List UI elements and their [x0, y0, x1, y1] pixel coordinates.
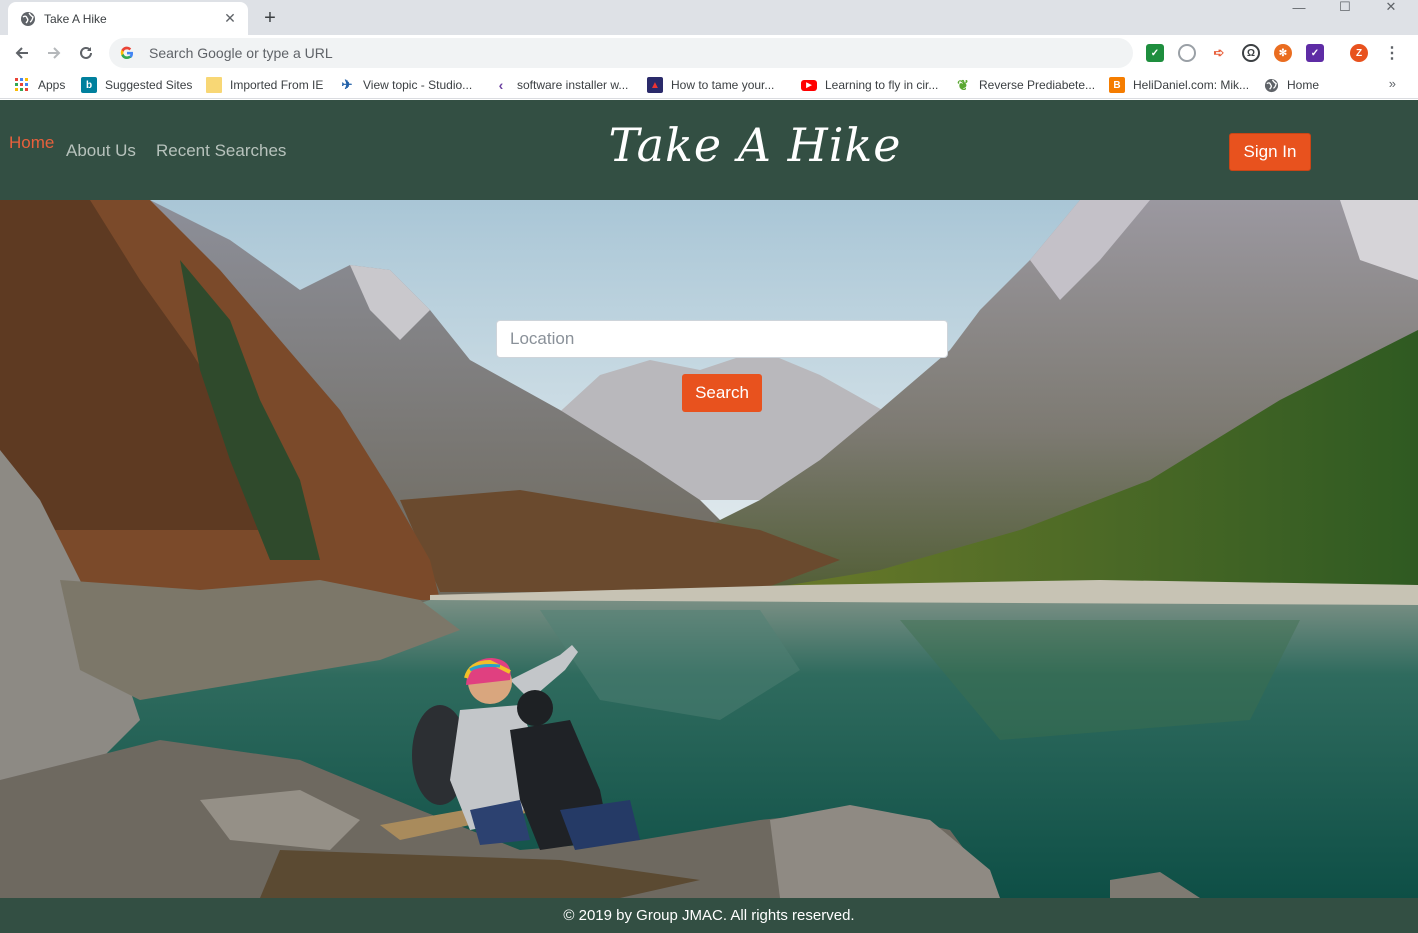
globe-icon: [20, 11, 36, 27]
browser-toolbar: ✓ ➪ Ω ✻ ✓ Z ⋮: [0, 35, 1418, 71]
bookmark-label: Suggested Sites: [105, 78, 193, 92]
bookmark-label: HeliDaniel.com: Mik...: [1133, 78, 1250, 92]
back-icon[interactable]: [10, 41, 34, 65]
search-button[interactable]: Search: [682, 374, 762, 412]
google-icon: [119, 45, 135, 61]
copyright-text: © 2019 by Group JMAC. All rights reserve…: [563, 907, 855, 924]
apps-grid-icon: [14, 77, 30, 93]
blogger-icon: B: [1109, 77, 1125, 93]
profile-avatar[interactable]: Z: [1350, 44, 1368, 62]
checkmark-extension-icon[interactable]: ✓: [1146, 44, 1164, 62]
bing-icon: b: [81, 77, 97, 93]
tab-title: Take A Hike: [44, 11, 107, 26]
bookmark-label: How to tame your...: [671, 78, 775, 92]
site-title: Take A Hike: [608, 118, 902, 172]
bookmark-label: Imported From IE: [230, 78, 324, 92]
globe-icon: [1263, 77, 1279, 93]
purple-extension-icon[interactable]: ✓: [1306, 44, 1324, 62]
address-bar[interactable]: [109, 38, 1133, 68]
dragon-icon: ▲: [647, 77, 663, 93]
sign-in-button[interactable]: Sign In: [1229, 133, 1311, 171]
reload-icon[interactable]: [74, 41, 98, 65]
site-header: Home About Us Recent Searches Take A Hik…: [0, 100, 1418, 200]
minimize-icon[interactable]: —: [1276, 0, 1322, 15]
nav-home-link[interactable]: Home: [9, 133, 54, 153]
bird-icon: ✈: [341, 77, 353, 92]
bookmarks-overflow-icon[interactable]: »: [1389, 76, 1396, 91]
bookmark-suggested-sites[interactable]: b Suggested Sites: [81, 76, 192, 94]
site-footer: © 2019 by Group JMAC. All rights reserve…: [0, 898, 1418, 933]
bookmark-label: View topic - Studio...: [363, 78, 473, 92]
nav-recent-searches-link[interactable]: Recent Searches: [156, 141, 286, 161]
bookmarks-bar: Apps b Suggested Sites Imported From IE …: [0, 71, 1418, 99]
bookmark-apps[interactable]: Apps: [14, 76, 65, 94]
bookmark-helidaniel[interactable]: B HeliDaniel.com: Mik...: [1109, 76, 1249, 94]
gear-extension-icon[interactable]: ✻: [1274, 44, 1292, 62]
location-search-input[interactable]: [496, 320, 948, 358]
bookmark-software-installer[interactable]: ‹ software installer w...: [493, 76, 629, 94]
bookmark-view-topic[interactable]: ✈ View topic - Studio...: [339, 76, 473, 94]
folder-icon: [206, 77, 222, 93]
tab-close-icon[interactable]: ✕: [222, 10, 238, 27]
close-window-icon[interactable]: ✕: [1368, 0, 1414, 14]
bookmark-label: software installer w...: [517, 78, 629, 92]
bookmark-reverse-prediabetes[interactable]: ❦ Reverse Prediabete...: [955, 76, 1095, 94]
bookmark-imported-from-ie[interactable]: Imported From IE: [206, 76, 323, 94]
leaf-icon: ❦: [957, 76, 969, 93]
youtube-icon: ▶: [801, 79, 817, 91]
browser-tab[interactable]: Take A Hike ✕: [8, 2, 248, 35]
bookmark-label: Home: [1287, 78, 1320, 92]
bookmark-label: Learning to fly in cir...: [825, 78, 939, 92]
browser-tab-strip: Take A Hike ✕ + — ☐ ✕: [0, 0, 1418, 35]
bookmark-label: Reverse Prediabete...: [979, 78, 1096, 92]
hero-section: Search: [0, 200, 1418, 898]
bookmark-learning-to-fly[interactable]: ▶ Learning to fly in cir...: [801, 76, 938, 94]
arrow-extension-icon[interactable]: ➪: [1210, 44, 1228, 62]
maximize-icon[interactable]: ☐: [1322, 0, 1368, 14]
visual-studio-icon: ‹: [498, 77, 504, 93]
new-tab-button[interactable]: +: [259, 7, 281, 29]
nav-about-link[interactable]: About Us: [66, 141, 136, 161]
bookmark-label: Apps: [38, 78, 66, 92]
menu-dots-icon[interactable]: ⋮: [1383, 44, 1401, 62]
bookmark-home[interactable]: Home: [1263, 76, 1319, 94]
headphones-extension-icon[interactable]: Ω: [1242, 44, 1260, 62]
bookmark-how-to-tame[interactable]: ▲ How to tame your...: [647, 76, 774, 94]
mountain-lake-background-image: [0, 200, 1418, 898]
circle-extension-icon[interactable]: [1178, 44, 1196, 62]
omnibox-input[interactable]: [149, 45, 1133, 61]
forward-icon[interactable]: [42, 41, 66, 65]
